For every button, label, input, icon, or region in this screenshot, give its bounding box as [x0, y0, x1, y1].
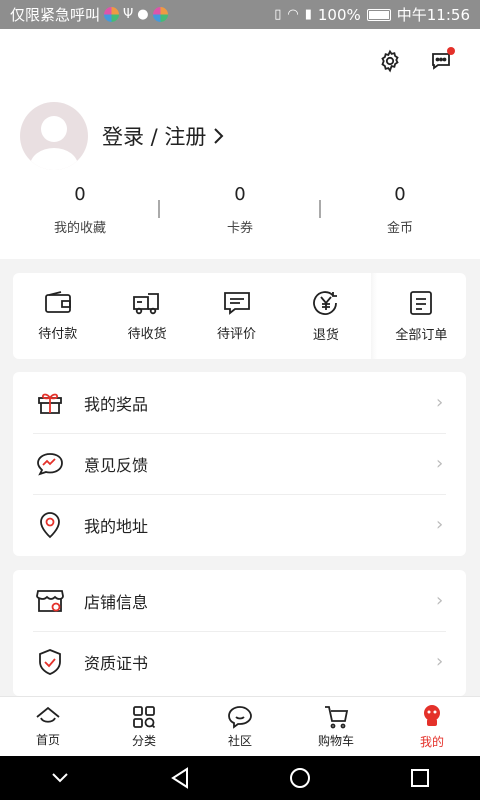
- stat-value: 0: [394, 184, 406, 205]
- bottom-nav: 首页 分类 社区 购物车 我的: [0, 696, 480, 756]
- stat-divider: [319, 200, 321, 218]
- menu-item-prizes[interactable]: 我的奖品 ›: [13, 372, 466, 433]
- vibrate-icon: ▯: [274, 7, 282, 22]
- store-icon: [36, 589, 64, 612]
- home-icon: [36, 706, 60, 723]
- nav-label: 我的: [419, 734, 444, 749]
- battery-icon: [366, 8, 391, 21]
- clock: 中午11:56: [396, 6, 470, 24]
- stats-row: 0 我的收藏 0 卡券 0 金币: [0, 184, 480, 236]
- nav-home[interactable]: 首页: [0, 697, 96, 756]
- stat-coins[interactable]: 0 金币: [320, 184, 480, 236]
- profile-icon: [424, 704, 440, 726]
- gift-icon: [38, 393, 62, 414]
- usb-icon: Ψ: [123, 7, 134, 22]
- menu-item-certificates[interactable]: 资质证书 ›: [13, 631, 466, 692]
- recents-button[interactable]: [398, 756, 442, 800]
- stat-divider: [158, 200, 160, 218]
- feedback-icon: [37, 452, 63, 476]
- wechat-icon: ●: [137, 7, 149, 22]
- order-label: 待评价: [217, 326, 257, 342]
- home-button[interactable]: [278, 756, 322, 800]
- nav-profile[interactable]: 我的: [384, 697, 480, 756]
- order-list-icon: [410, 290, 433, 315]
- menu-label: 店铺信息: [84, 592, 149, 612]
- category-icon: [133, 705, 156, 728]
- order-label: 退货: [312, 327, 339, 343]
- chevron-right-icon: ›: [436, 453, 444, 474]
- stat-label: 金币: [386, 221, 413, 236]
- default-user-icon: [30, 116, 78, 170]
- cart-icon: [325, 705, 349, 728]
- order-pending-delivery[interactable]: 待收货: [102, 273, 191, 359]
- order-label: 待收货: [127, 326, 167, 342]
- order-pending-review[interactable]: 待评价: [192, 273, 281, 359]
- stat-value: 0: [74, 184, 86, 205]
- chevron-down-icon: [52, 773, 68, 783]
- chevron-right-icon: ›: [436, 392, 444, 413]
- chevron-right-icon: ›: [436, 590, 444, 611]
- login-register-link[interactable]: 登录 / 注册: [102, 121, 224, 151]
- chevron-right-icon: [214, 128, 224, 144]
- community-icon: [228, 705, 252, 729]
- menu-card-1: 我的奖品 › 意见反馈 › 我的地址 ›: [13, 372, 466, 556]
- carrier-text: 仅限紧急呼叫: [10, 6, 101, 24]
- chevron-right-icon: ›: [436, 514, 444, 535]
- avatar[interactable]: [20, 102, 88, 170]
- nav-label: 分类: [131, 733, 156, 748]
- nav-cart[interactable]: 购物车: [288, 697, 384, 756]
- back-triangle-icon: [171, 767, 188, 789]
- home-circle-icon: [290, 768, 310, 788]
- stat-value: 0: [234, 184, 246, 205]
- menu-label: 我的地址: [84, 516, 149, 536]
- yen-return-icon: [313, 290, 337, 315]
- truck-icon: [133, 292, 160, 314]
- menu-label: 我的奖品: [84, 394, 149, 414]
- certificate-icon: [39, 648, 61, 675]
- menu-item-feedback[interactable]: 意见反馈 ›: [13, 433, 466, 494]
- stat-label: 我的收藏: [53, 221, 106, 236]
- settings-button[interactable]: [376, 47, 404, 75]
- back-button[interactable]: [158, 756, 202, 800]
- nav-community[interactable]: 社区: [192, 697, 288, 756]
- status-bar: 仅限紧急呼叫 Ψ ● ▯ ◠ ▮ 100% 中午11:56: [0, 0, 480, 29]
- message-button[interactable]: [427, 47, 455, 75]
- battery-percent: 100%: [317, 5, 361, 24]
- app-notification-icon: [104, 7, 120, 22]
- order-pending-payment[interactable]: 待付款: [13, 273, 102, 359]
- menu-item-address[interactable]: 我的地址 ›: [13, 494, 466, 555]
- login-register-label: 登录 / 注册: [102, 125, 207, 149]
- stat-favorites[interactable]: 0 我的收藏: [0, 184, 160, 236]
- wallet-icon: [44, 290, 71, 313]
- app-notification-icon-2: [152, 7, 168, 22]
- nav-label: 首页: [35, 732, 60, 747]
- nav-category[interactable]: 分类: [96, 697, 192, 756]
- comment-icon: [223, 291, 250, 315]
- menu-label: 意见反馈: [84, 455, 149, 475]
- menu-label: 资质证书: [84, 653, 149, 673]
- recents-square-icon: [411, 769, 429, 787]
- profile-header: 登录 / 注册 0 我的收藏 0 卡券 0 金币: [0, 29, 480, 259]
- order-returns[interactable]: 退货: [281, 273, 370, 359]
- orders-card: 待付款 待收货 待评价 退货 全部订单: [13, 273, 466, 359]
- stat-label: 卡券: [226, 221, 253, 236]
- menu-card-2: 店铺信息 › 资质证书 ›: [13, 570, 466, 696]
- hide-keyboard-button[interactable]: [38, 756, 82, 800]
- gear-icon: [381, 49, 399, 73]
- menu-item-store-info[interactable]: 店铺信息 ›: [13, 570, 466, 631]
- system-nav-bar: [0, 756, 480, 800]
- chevron-right-icon: ›: [436, 651, 444, 672]
- stat-coupons[interactable]: 0 卡券: [160, 184, 320, 236]
- order-all[interactable]: 全部订单: [377, 273, 466, 359]
- unread-badge: [447, 47, 455, 55]
- nav-label: 社区: [227, 733, 252, 748]
- signal-icon: ▮: [304, 7, 312, 22]
- order-label: 待付款: [38, 326, 78, 342]
- wifi-icon: ◠: [287, 7, 299, 22]
- nav-label: 购物车: [317, 733, 354, 748]
- location-icon: [40, 511, 60, 538]
- order-label: 全部订单: [395, 327, 448, 343]
